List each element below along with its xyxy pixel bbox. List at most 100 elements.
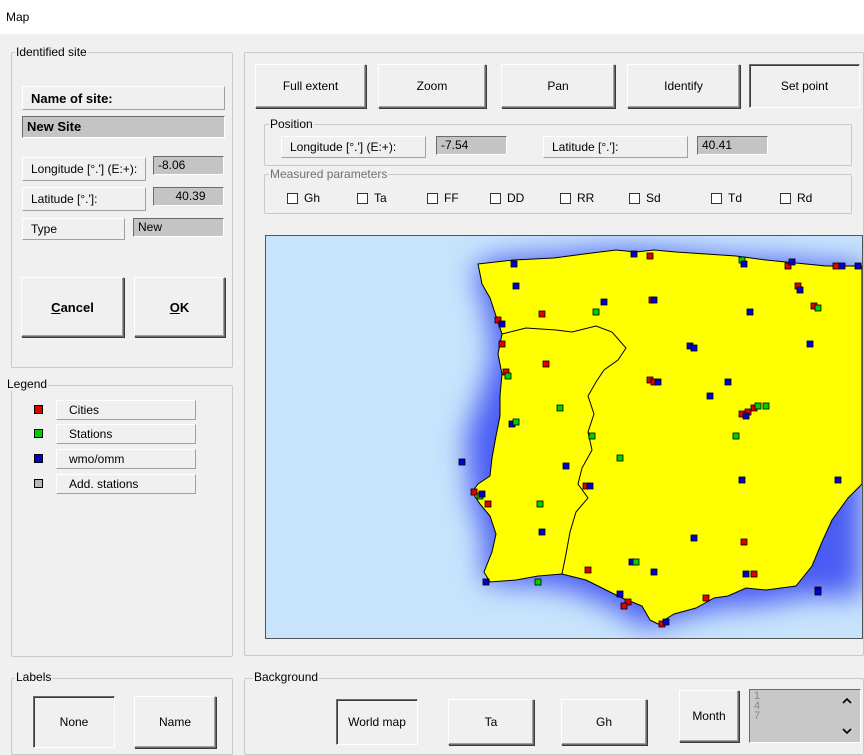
gh-background-button[interactable]: Gh	[561, 699, 647, 745]
checkbox-ta[interactable]: Ta	[357, 191, 387, 205]
month-scroll-down-icon[interactable]	[840, 724, 854, 738]
station-marker[interactable]	[632, 558, 640, 566]
checkbox-dd[interactable]: DD	[490, 191, 524, 205]
site-latitude-field[interactable]: 40.39	[153, 187, 224, 206]
wmo-marker[interactable]	[742, 570, 750, 578]
world-map-button[interactable]: World map	[336, 699, 418, 745]
wmo-marker[interactable]	[838, 262, 846, 270]
wmo-marker[interactable]	[746, 308, 754, 316]
map-drawing[interactable]	[266, 236, 862, 638]
checkbox-dd-label: DD	[507, 191, 525, 205]
site-name-field[interactable]: New Site	[22, 116, 225, 138]
checkbox-sd-box[interactable]	[629, 192, 640, 204]
position-longitude-field[interactable]: -7.54	[436, 136, 507, 155]
checkbox-rd-box[interactable]	[780, 192, 791, 204]
pan-button[interactable]: Pan	[501, 64, 615, 108]
checkbox-ff[interactable]: FF	[427, 191, 459, 205]
ok-button[interactable]: OK	[134, 277, 225, 337]
checkbox-dd-box[interactable]	[490, 192, 501, 204]
station-marker[interactable]	[732, 432, 740, 440]
wmo-marker[interactable]	[650, 296, 658, 304]
site-longitude-label: Longitude [°.'] (E:+):	[22, 157, 146, 181]
city-marker[interactable]	[484, 500, 492, 508]
station-marker[interactable]	[762, 402, 770, 410]
city-marker[interactable]	[646, 252, 654, 260]
wmo-marker[interactable]	[512, 282, 520, 290]
wmo-marker[interactable]	[690, 344, 698, 352]
month-list-item-7[interactable]: 7	[754, 711, 860, 722]
wmo-marker[interactable]	[740, 260, 748, 268]
wmo-marker[interactable]	[662, 618, 670, 626]
station-marker[interactable]	[534, 578, 542, 586]
station-marker[interactable]	[504, 372, 512, 380]
site-longitude-field[interactable]: -8.06	[153, 156, 224, 175]
city-marker[interactable]	[620, 602, 628, 610]
ta-background-button[interactable]: Ta	[448, 699, 534, 745]
wmo-marker[interactable]	[854, 262, 862, 270]
wmo-marker[interactable]	[600, 298, 608, 306]
labels-none-button[interactable]: None	[33, 696, 115, 748]
wmo-marker[interactable]	[706, 392, 714, 400]
site-type-field[interactable]: New	[133, 218, 224, 237]
city-marker[interactable]	[740, 538, 748, 546]
wmo-marker[interactable]	[690, 534, 698, 542]
position-latitude-field[interactable]: 40.41	[697, 136, 768, 155]
wmo-marker[interactable]	[630, 250, 638, 258]
wmo-marker[interactable]	[788, 258, 796, 266]
city-marker[interactable]	[498, 340, 506, 348]
checkbox-ta-box[interactable]	[357, 192, 368, 204]
wmo-marker[interactable]	[482, 578, 490, 586]
city-marker[interactable]	[750, 570, 758, 578]
wmo-marker[interactable]	[834, 476, 842, 484]
city-marker[interactable]	[584, 566, 592, 574]
city-marker[interactable]	[470, 488, 478, 496]
wmo-marker[interactable]	[742, 412, 750, 420]
station-marker[interactable]	[588, 432, 596, 440]
cancel-button[interactable]: Cancel	[21, 277, 124, 337]
wmo-marker[interactable]	[538, 528, 546, 536]
checkbox-gh[interactable]: Gh	[287, 191, 320, 205]
station-marker[interactable]	[814, 304, 822, 312]
zoom-button[interactable]: Zoom	[378, 64, 486, 108]
checkbox-td[interactable]: Td	[711, 191, 742, 205]
city-marker[interactable]	[702, 594, 710, 602]
checkbox-rr-box[interactable]	[560, 192, 571, 204]
station-marker[interactable]	[616, 454, 624, 462]
city-marker[interactable]	[832, 262, 840, 270]
wmo-marker[interactable]	[562, 462, 570, 470]
wmo-marker[interactable]	[814, 588, 822, 596]
station-marker[interactable]	[754, 402, 762, 410]
station-marker[interactable]	[556, 404, 564, 412]
wmo-marker[interactable]	[796, 286, 804, 294]
wmo-marker[interactable]	[478, 490, 486, 498]
wmo-marker[interactable]	[806, 340, 814, 348]
legend-item-stations: Stations	[34, 424, 196, 444]
checkbox-rd[interactable]: Rd	[780, 191, 812, 205]
wmo-marker[interactable]	[586, 482, 594, 490]
month-scroll-up-icon[interactable]	[840, 694, 854, 708]
city-marker[interactable]	[542, 360, 550, 368]
checkbox-sd[interactable]: Sd	[629, 191, 661, 205]
station-marker[interactable]	[592, 308, 600, 316]
wmo-marker[interactable]	[724, 378, 732, 386]
labels-name-button[interactable]: Name	[134, 696, 216, 748]
wmo-marker[interactable]	[510, 260, 518, 268]
checkbox-ff-box[interactable]	[427, 192, 438, 204]
city-marker[interactable]	[538, 310, 546, 318]
identify-button[interactable]: Identify	[627, 64, 740, 108]
wmo-marker[interactable]	[616, 590, 624, 598]
wmo-marker[interactable]	[738, 476, 746, 484]
wmo-marker[interactable]	[650, 568, 658, 576]
map-canvas[interactable]	[265, 235, 863, 639]
set-point-button[interactable]: Set point	[749, 64, 860, 108]
station-marker[interactable]	[536, 500, 544, 508]
wmo-marker[interactable]	[498, 320, 506, 328]
full-extent-button[interactable]: Full extent	[255, 64, 366, 108]
checkbox-gh-box[interactable]	[287, 192, 298, 204]
month-button[interactable]: Month	[679, 690, 739, 742]
wmo-marker[interactable]	[458, 458, 466, 466]
station-marker[interactable]	[512, 418, 520, 426]
checkbox-rr[interactable]: RR	[560, 191, 594, 205]
wmo-marker[interactable]	[654, 378, 662, 386]
checkbox-td-box[interactable]	[711, 192, 722, 204]
